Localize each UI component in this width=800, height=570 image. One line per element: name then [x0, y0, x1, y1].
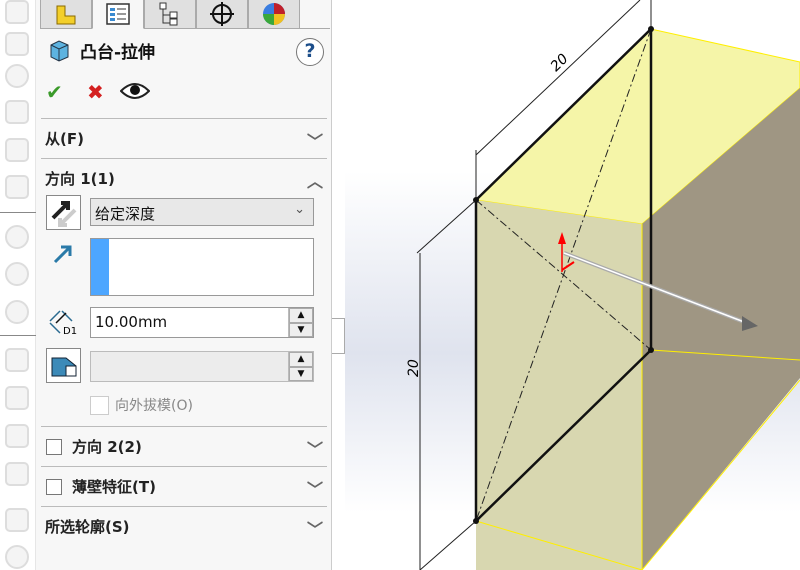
direction-selection-box[interactable]: [90, 238, 314, 296]
model-preview: 20 20: [406, 0, 800, 570]
depth-dimension-icon: D1: [49, 310, 77, 337]
tab-configuration-manager[interactable]: [144, 0, 196, 29]
decrement-button[interactable]: ▼: [289, 366, 313, 381]
width-dimension[interactable]: 20: [548, 51, 572, 75]
graphics-viewport[interactable]: 20 20: [345, 0, 800, 570]
tab-feature-manager[interactable]: [40, 0, 92, 29]
draft-icon: [51, 357, 76, 376]
extrude-boss-icon[interactable]: [5, 0, 29, 24]
features-toolbar: [0, 0, 36, 570]
cancel-button[interactable]: ✖: [87, 80, 104, 104]
property-list-icon: [106, 3, 130, 25]
draft-spinner[interactable]: ▲ ▼: [288, 352, 313, 381]
section-thin-feature[interactable]: 薄壁特征(T) ﹀: [41, 466, 327, 506]
depth-spinner[interactable]: ▲ ▼: [288, 308, 313, 337]
sweep-icon[interactable]: [5, 100, 29, 124]
section-direction1[interactable]: 方向 1(1) ︿: [41, 158, 327, 198]
loft-icon[interactable]: [5, 138, 29, 162]
feature-header: 凸台-拉伸: [48, 38, 155, 63]
dome-icon[interactable]: [5, 64, 29, 88]
property-manager: 凸台-拉伸 ? ✔ ✖ 从(F) ﹀ 方向 1(1) ︿ 给定深度 ⌄ D1 1…: [36, 0, 332, 570]
decrement-button[interactable]: ▼: [289, 322, 313, 337]
height-dimension[interactable]: 20: [406, 359, 422, 377]
feature-title: 凸台-拉伸: [80, 43, 156, 63]
section-selected-contours[interactable]: 所选轮廓(S) ﹀: [41, 506, 327, 546]
shell-icon[interactable]: [5, 424, 29, 448]
appearance-ball-icon: [263, 3, 285, 25]
extrude-cube-icon: [50, 39, 69, 62]
direction2-checkbox[interactable]: [46, 438, 62, 455]
wrap-icon[interactable]: [5, 545, 29, 569]
direction-arrow-icon: [53, 245, 72, 264]
draft-angle-input[interactable]: ▲ ▼: [90, 351, 314, 382]
configuration-tree-icon: [159, 2, 178, 26]
reverse-direction-button[interactable]: [46, 195, 81, 230]
selection-focus-indicator: [91, 239, 109, 295]
panel-resize-handle[interactable]: [332, 318, 345, 354]
reverse-direction-icon: [51, 200, 76, 227]
increment-button[interactable]: ▲: [289, 352, 313, 367]
eye-icon: [119, 83, 151, 99]
manager-tabs: [40, 0, 330, 29]
preview-button[interactable]: [119, 80, 151, 107]
draft-toggle-button[interactable]: [46, 348, 81, 383]
divider: [0, 212, 36, 213]
chevron-down-icon: ﹀: [306, 132, 323, 151]
crosshair-icon: [210, 2, 234, 26]
chevron-up-icon: ︿: [306, 172, 323, 191]
chevron-down-icon: ﹀: [306, 520, 323, 539]
chamfer-icon[interactable]: [5, 386, 29, 410]
cut-extrude-icon[interactable]: [5, 225, 29, 249]
section-from[interactable]: 从(F) ﹀: [41, 118, 327, 158]
end-condition-select[interactable]: 给定深度 ⌄: [90, 198, 314, 226]
draft-icon[interactable]: [5, 508, 29, 532]
draft-outward-checkbox[interactable]: 向外拔模(O): [90, 395, 193, 415]
chevron-down-icon: ﹀: [306, 440, 323, 459]
tab-dimxpert[interactable]: [196, 0, 248, 29]
tab-display-manager[interactable]: [248, 0, 300, 29]
hole-icon[interactable]: [5, 300, 29, 324]
rib-icon[interactable]: [5, 462, 29, 486]
tab-property-manager[interactable]: [92, 0, 144, 29]
fillet-icon[interactable]: [5, 348, 29, 372]
chevron-down-icon: ﹀: [306, 480, 323, 499]
svg-text:D1: D1: [63, 326, 77, 337]
revolve-icon[interactable]: [5, 32, 29, 56]
increment-button[interactable]: ▲: [289, 308, 313, 323]
front-face: [476, 200, 642, 570]
thin-feature-checkbox[interactable]: [46, 478, 62, 495]
section-direction2[interactable]: 方向 2(2) ﹀: [41, 426, 327, 466]
cut-revolve-icon[interactable]: [5, 262, 29, 286]
divider: [0, 335, 36, 336]
boundary-icon[interactable]: [5, 175, 29, 199]
chevron-down-icon: ⌄: [294, 202, 305, 217]
ok-button[interactable]: ✔: [46, 80, 63, 104]
checkbox[interactable]: [90, 395, 109, 415]
depth-input[interactable]: 10.00mm ▲ ▼: [90, 307, 314, 338]
part-icon: [56, 5, 76, 25]
help-button[interactable]: ?: [296, 38, 324, 66]
